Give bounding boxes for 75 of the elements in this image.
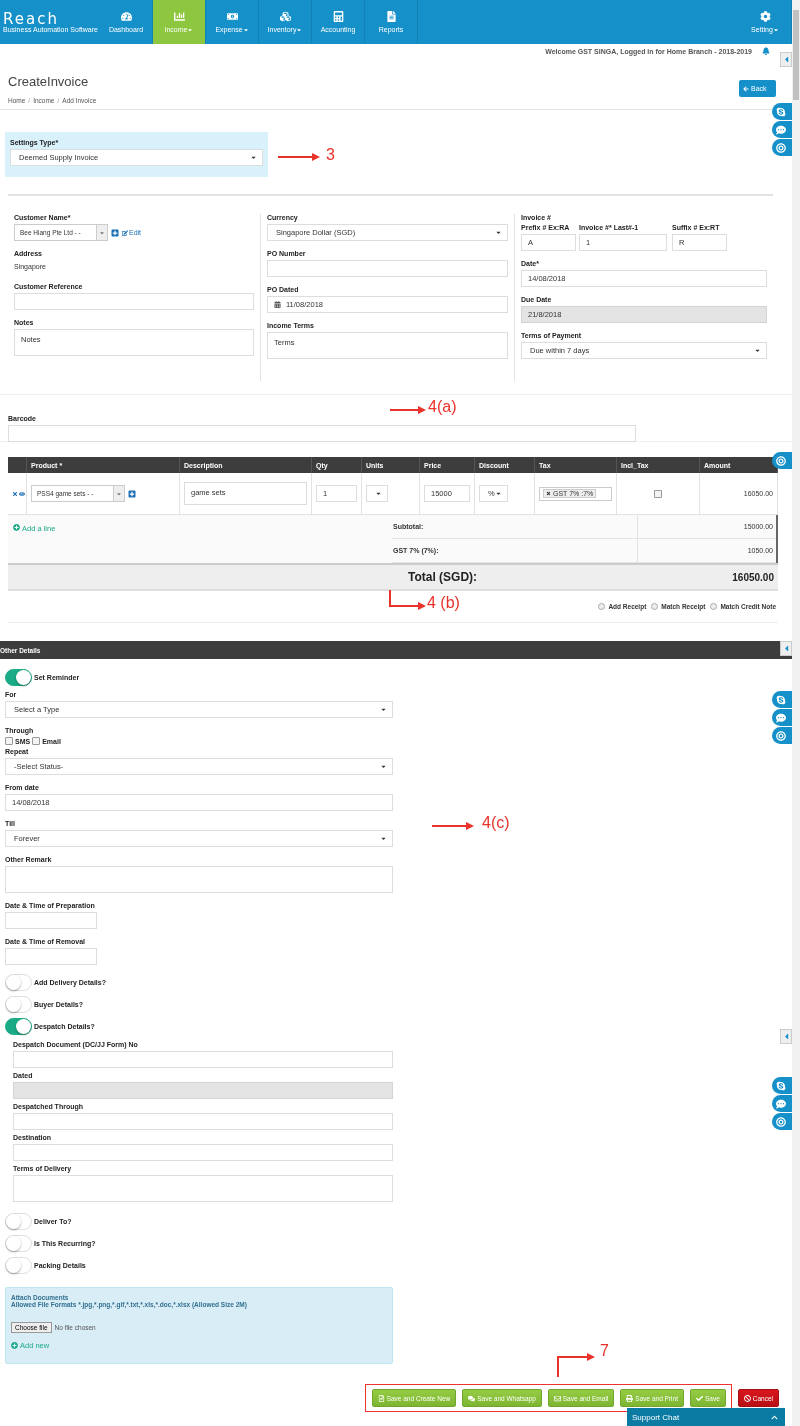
- chat-icon[interactable]: [772, 121, 792, 138]
- caret-icon: [99, 229, 105, 236]
- remove-icon[interactable]: [546, 491, 551, 496]
- caret-icon: [116, 490, 122, 497]
- collapse-tab[interactable]: [780, 641, 792, 656]
- annotation-label: 4 (b): [427, 594, 460, 612]
- ban-icon: [743, 1394, 751, 1402]
- text-field[interactable]: [5, 912, 97, 929]
- checkbox[interactable]: [654, 489, 662, 498]
- arrow-left-icon: [743, 85, 749, 92]
- caret-icon: [296, 26, 303, 33]
- check-icon: [695, 1394, 703, 1402]
- annotation-label: 4(c): [482, 814, 510, 832]
- view-icon[interactable]: [19, 490, 25, 497]
- toggle-switch[interactable]: [5, 669, 32, 686]
- annotation-arrow: [390, 406, 426, 414]
- total-value: 16050.00: [732, 571, 774, 583]
- annotation-label: 4(a): [428, 398, 457, 416]
- printer-icon: [626, 1394, 634, 1402]
- caret-icon: [754, 347, 761, 354]
- checkbox[interactable]: [32, 737, 41, 745]
- logo: Reach: [3, 11, 59, 26]
- add-icon[interactable]: [111, 228, 119, 237]
- text-field[interactable]: [13, 1113, 393, 1130]
- banknote-icon: [226, 11, 238, 22]
- caret-icon: [494, 490, 502, 497]
- caret-icon: [380, 763, 387, 770]
- bar-chart-icon: [173, 11, 185, 22]
- chat-icon[interactable]: [772, 709, 792, 726]
- column-header: [8, 457, 27, 473]
- caret-icon: [250, 154, 257, 161]
- collapse-tab[interactable]: [780, 52, 792, 67]
- skype-icon[interactable]: [772, 1077, 792, 1094]
- caret-icon: [187, 26, 194, 33]
- target-icon[interactable]: [772, 452, 792, 469]
- select-field[interactable]: [366, 485, 388, 502]
- text-field[interactable]: [13, 1051, 393, 1068]
- text-field[interactable]: [267, 260, 508, 277]
- caret-icon: [375, 490, 382, 497]
- skype-icon[interactable]: [772, 691, 792, 708]
- chat-icon: [468, 1394, 476, 1402]
- bell-icon[interactable]: [762, 47, 770, 55]
- annotation-label: 3: [326, 146, 335, 164]
- chevron-icon: [771, 1413, 778, 1421]
- page-title: CreateInvoice: [8, 74, 90, 89]
- annotation-arrow: [278, 153, 320, 161]
- calculator-icon: [332, 11, 344, 22]
- envelope-icon: [553, 1394, 561, 1402]
- document-icon: [377, 1394, 385, 1402]
- document-icon: [385, 11, 397, 22]
- caret-icon: [380, 835, 387, 842]
- text-field[interactable]: [5, 948, 97, 965]
- gauge-icon: [120, 11, 132, 22]
- annotation-arrow: [432, 822, 474, 830]
- caret-icon: [380, 706, 387, 713]
- add-icon[interactable]: [128, 489, 136, 498]
- text-field[interactable]: [14, 293, 254, 310]
- remove-icon[interactable]: [12, 490, 18, 497]
- caret-icon: [772, 26, 779, 33]
- settings-icon: [759, 11, 771, 22]
- annotation-label: 7: [600, 1342, 609, 1360]
- toggle-switch[interactable]: [5, 1018, 32, 1035]
- edit-icon: [122, 229, 128, 236]
- skype-icon[interactable]: [772, 103, 792, 120]
- checkbox[interactable]: [5, 737, 13, 745]
- calendar-icon: [273, 301, 281, 308]
- caret-icon: [242, 26, 249, 33]
- text-field[interactable]: [13, 1144, 393, 1161]
- total-label: Total (SGD):: [408, 570, 478, 584]
- chat-icon[interactable]: [772, 1095, 792, 1112]
- barcode-field[interactable]: [8, 425, 636, 442]
- collapse-tab[interactable]: [780, 1029, 792, 1044]
- cubes-icon: [279, 11, 291, 22]
- caret-icon: [495, 229, 502, 236]
- support-chat-bar[interactable]: Support Chat: [627, 1408, 785, 1426]
